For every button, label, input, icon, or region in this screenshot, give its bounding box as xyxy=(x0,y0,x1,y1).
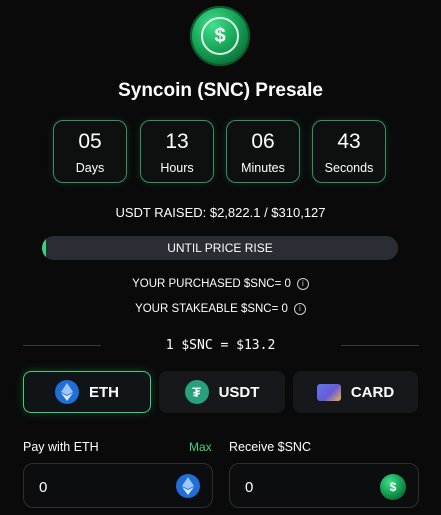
info-icon[interactable]: i xyxy=(296,278,309,290)
pay-card-label: CARD xyxy=(350,383,395,401)
purchased-info: YOUR PURCHASED $SNC= 0 i xyxy=(0,278,441,290)
pay-eth-button[interactable]: ETH xyxy=(23,371,151,413)
countdown-minutes-value: 06 xyxy=(251,130,275,153)
usdt-raised-text: USDT RAISED: $2,822.1 / $310,127 xyxy=(115,205,326,220)
pay-amount-input[interactable]: 0 xyxy=(23,463,213,508)
countdown-seconds: 43 Seconds xyxy=(312,120,386,183)
dollar-symbol: $ xyxy=(201,17,239,55)
pay-amount-value[interactable]: 0 xyxy=(39,479,47,496)
purchased-text: YOUR PURCHASED $SNC= 0 xyxy=(132,278,291,291)
ethereum-icon xyxy=(176,474,200,498)
countdown-hours: 13 Hours xyxy=(140,120,214,183)
page-title: Syncoin (SNC) Presale xyxy=(118,80,323,101)
pay-with-label: Pay with ETH xyxy=(23,440,99,454)
pay-usdt-label: USDT xyxy=(218,383,260,401)
pay-card-button[interactable]: CARD xyxy=(293,371,418,413)
price-rise-progress-bar: UNTIL PRICE RISE xyxy=(42,236,398,260)
pay-usdt-button[interactable]: ₮ USDT xyxy=(159,371,285,413)
ethereum-icon xyxy=(55,380,79,404)
tether-icon: ₮ xyxy=(184,380,209,404)
receive-amount-input[interactable]: 0 $ xyxy=(229,463,419,508)
countdown-days-label: Days xyxy=(75,161,105,175)
syncoin-icon: $ xyxy=(380,474,406,500)
info-icon[interactable]: i xyxy=(293,303,306,315)
syncoin-logo-icon: $ xyxy=(190,6,250,66)
countdown-minutes: 06 Minutes xyxy=(226,120,300,183)
receive-amount-value[interactable]: 0 xyxy=(245,479,253,496)
countdown-days: 05 Days xyxy=(53,120,127,183)
countdown-seconds-label: Seconds xyxy=(324,161,374,175)
receive-label: Receive $SNC xyxy=(229,440,311,454)
countdown-days-value: 05 xyxy=(78,130,102,153)
progress-label: UNTIL PRICE RISE xyxy=(167,241,273,255)
max-button[interactable]: Max xyxy=(189,440,212,454)
countdown-hours-label: Hours xyxy=(160,161,194,175)
stakeable-info: YOUR STAKEABLE $SNC= 0 i xyxy=(0,303,441,315)
stakeable-text: YOUR STAKEABLE $SNC= 0 xyxy=(135,303,288,316)
card-icon xyxy=(316,383,341,401)
countdown-seconds-value: 43 xyxy=(337,130,361,153)
countdown-minutes-label: Minutes xyxy=(241,161,285,175)
pay-eth-label: ETH xyxy=(89,383,119,401)
divider-right xyxy=(341,345,419,346)
countdown-hours-value: 13 xyxy=(165,130,189,153)
